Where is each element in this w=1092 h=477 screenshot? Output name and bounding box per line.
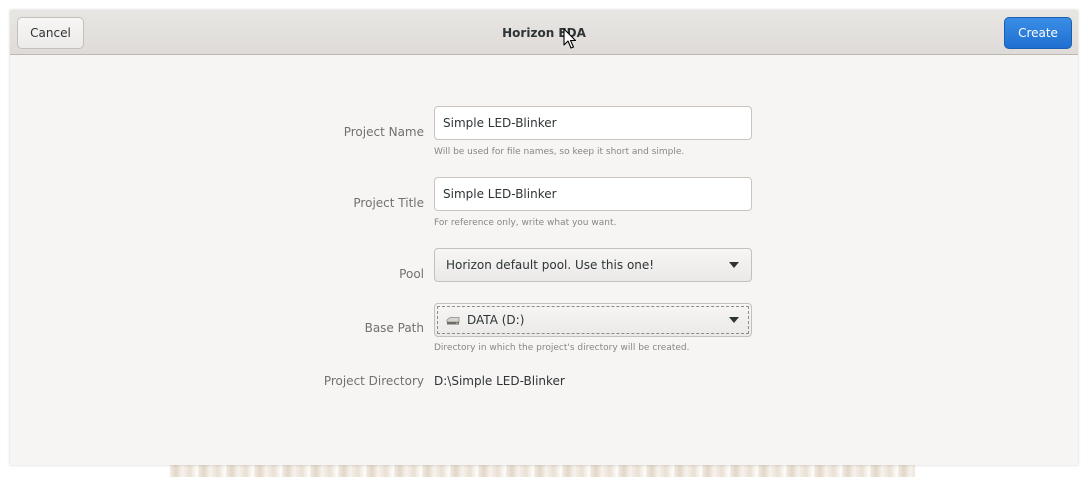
- project-name-input[interactable]: Simple LED-Blinker: [434, 106, 752, 140]
- base-path-selected-value: DATA (D:): [467, 313, 525, 327]
- create-button[interactable]: Create: [1004, 17, 1072, 49]
- mouse-cursor-icon: [563, 28, 577, 49]
- chevron-down-icon: [729, 262, 739, 268]
- project-form: Project Name Simple LED-Blinker Will be …: [10, 55, 1078, 465]
- project-title-hint: For reference only, write what you want.: [434, 218, 617, 228]
- pool-label: Pool: [399, 267, 424, 281]
- chevron-down-icon: [729, 317, 739, 323]
- new-project-dialog: Horizon EDA Cancel Create Project Name S…: [10, 10, 1078, 465]
- project-title-label: Project Title: [353, 196, 424, 210]
- project-directory-label: Project Directory: [323, 374, 424, 388]
- header-bar: Horizon EDA Cancel Create: [10, 10, 1078, 55]
- drive-icon: [446, 317, 460, 325]
- pool-dropdown[interactable]: Horizon default pool. Use this one!: [434, 248, 752, 282]
- cancel-button[interactable]: Cancel: [17, 17, 84, 49]
- base-path-dropdown[interactable]: DATA (D:): [434, 303, 752, 337]
- project-name-hint: Will be used for file names, so keep it …: [434, 147, 685, 157]
- project-title-input[interactable]: Simple LED-Blinker: [434, 177, 752, 211]
- base-path-label: Base Path: [364, 321, 424, 335]
- pool-selected-value: Horizon default pool. Use this one!: [446, 258, 655, 272]
- project-name-label: Project Name: [343, 125, 424, 139]
- window-title: Horizon EDA: [502, 25, 586, 40]
- project-directory-value: D:\Simple LED-Blinker: [434, 374, 565, 388]
- base-path-hint: Directory in which the project's directo…: [434, 343, 690, 353]
